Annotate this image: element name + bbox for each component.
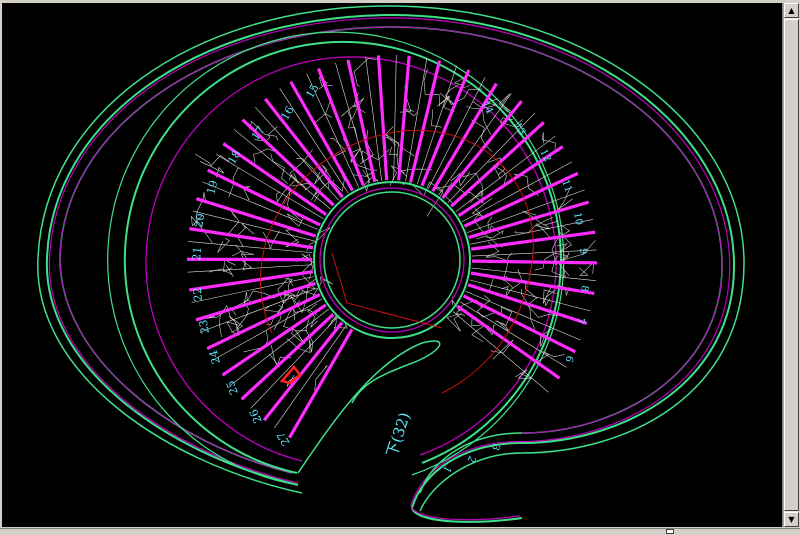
crack-line xyxy=(244,331,268,352)
step-number-label: 2 xyxy=(465,454,478,464)
drawing-viewport[interactable]: 15161718192021222324252627 1413121110987… xyxy=(2,3,783,527)
step-number-label: 9 xyxy=(577,248,588,254)
crack-line xyxy=(354,59,377,87)
tread-edge-line xyxy=(234,129,330,209)
step-number-label: 15 xyxy=(303,82,321,101)
vertical-scrollbar[interactable]: ▲ ▼ xyxy=(783,3,799,527)
stair-treads xyxy=(187,55,597,437)
crack-line xyxy=(504,253,512,278)
step-number-label: 1 xyxy=(440,464,453,475)
crack-line xyxy=(431,109,442,127)
step-number-label: 7 xyxy=(574,316,586,324)
crack-line xyxy=(447,313,462,332)
step-number-label: 27 xyxy=(274,429,292,448)
step-number-label: 23 xyxy=(197,319,212,335)
crack-line xyxy=(302,254,313,273)
step-number-label: 19 xyxy=(204,179,220,196)
tread-edge-line xyxy=(188,241,312,252)
step-number-label: 11 xyxy=(559,178,574,194)
step-number-label: 8 xyxy=(578,285,590,292)
stair-tread-20 xyxy=(411,61,440,183)
step-number-label: 25 xyxy=(224,379,241,397)
spiral-stair-drawing[interactable]: 15161718192021222324252627 1413121110987… xyxy=(2,3,782,527)
tread-edge-line xyxy=(456,136,556,212)
down-annotation: 下(32) xyxy=(383,410,414,459)
crack-line xyxy=(296,158,323,184)
crack-line xyxy=(209,266,233,277)
scroll-thumb[interactable] xyxy=(784,19,799,511)
stair-tread-19 xyxy=(399,56,409,181)
tread-edge-line xyxy=(394,55,397,180)
tread-edge-line xyxy=(453,312,548,393)
step-number-label: 24 xyxy=(207,349,223,366)
step-number-label: 22 xyxy=(191,287,205,302)
entry-tongue xyxy=(298,341,440,473)
step-number-label: 21 xyxy=(190,246,204,261)
crack-line xyxy=(542,132,555,149)
step-numbers-right: 14131211109876321 xyxy=(440,100,590,475)
stair-tread-29 xyxy=(472,261,597,263)
tread-edge-line xyxy=(428,77,485,188)
stair-tread-18 xyxy=(378,55,386,180)
tread-edge-line xyxy=(472,268,596,281)
step-number-label: 10 xyxy=(571,212,584,226)
crack-line xyxy=(313,102,331,125)
resize-handle[interactable] xyxy=(666,529,674,534)
step-number-label: 6 xyxy=(562,354,574,363)
crack-line xyxy=(236,245,252,270)
stone-texture xyxy=(191,59,595,390)
arrow-up-icon[interactable]: ▲ xyxy=(784,3,799,18)
step-number-label: 18 xyxy=(225,148,243,167)
arrow-down-icon[interactable]: ▼ xyxy=(784,512,799,527)
cad-window: 15161718192021222324252627 1413121110987… xyxy=(0,0,800,534)
crack-line xyxy=(218,238,230,252)
step-number-label: 26 xyxy=(247,407,265,425)
crack-line xyxy=(384,133,415,157)
crack-line xyxy=(195,154,229,166)
stair-disk-outline xyxy=(108,32,564,485)
step-number-label: 20 xyxy=(192,212,207,228)
step-numbers-left: 15161718192021222324252627 xyxy=(190,82,322,448)
